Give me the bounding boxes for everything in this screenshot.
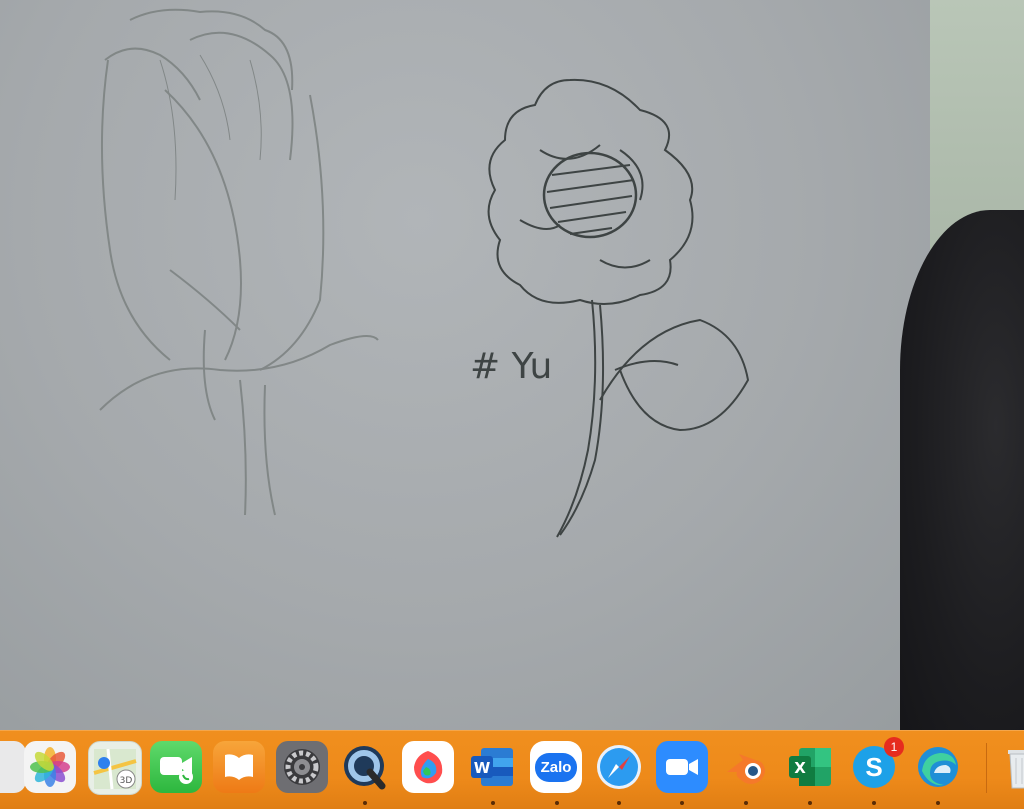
quicktime-icon[interactable]	[339, 741, 391, 793]
finder-icon[interactable]	[0, 741, 26, 793]
flower-sketches: # Yu	[99, 8, 750, 538]
trash-icon[interactable]	[1000, 741, 1024, 793]
signature-text: # Yu	[470, 346, 552, 387]
word-icon[interactable]: W	[466, 741, 518, 793]
zoom-icon[interactable]	[656, 741, 708, 793]
rose-bud-drawing	[99, 8, 379, 516]
maps-icon[interactable]: 3D	[88, 741, 142, 795]
facetime-icon[interactable]	[150, 741, 202, 793]
paint-icon[interactable]	[402, 741, 454, 793]
excel-icon[interactable]: X	[784, 741, 836, 793]
macos-dock: 3D W Zalo X S 1	[0, 730, 1024, 809]
notification-badge: 1	[884, 737, 904, 757]
dock-divider	[986, 743, 987, 793]
flower-drawing	[487, 78, 750, 538]
books-icon[interactable]	[213, 741, 265, 793]
blender-icon[interactable]	[720, 741, 772, 793]
skype-icon[interactable]: S 1	[848, 737, 904, 793]
svg-text:W: W	[474, 759, 491, 777]
zalo-icon[interactable]: Zalo	[530, 741, 582, 793]
photos-icon[interactable]	[24, 741, 76, 793]
svg-text:3D: 3D	[120, 776, 133, 786]
edge-icon[interactable]	[912, 741, 964, 793]
svg-text:X: X	[794, 759, 806, 777]
webcam-feed: # Yu	[0, 0, 1024, 730]
gear-icon[interactable]	[276, 741, 328, 793]
safari-icon[interactable]	[593, 741, 645, 793]
